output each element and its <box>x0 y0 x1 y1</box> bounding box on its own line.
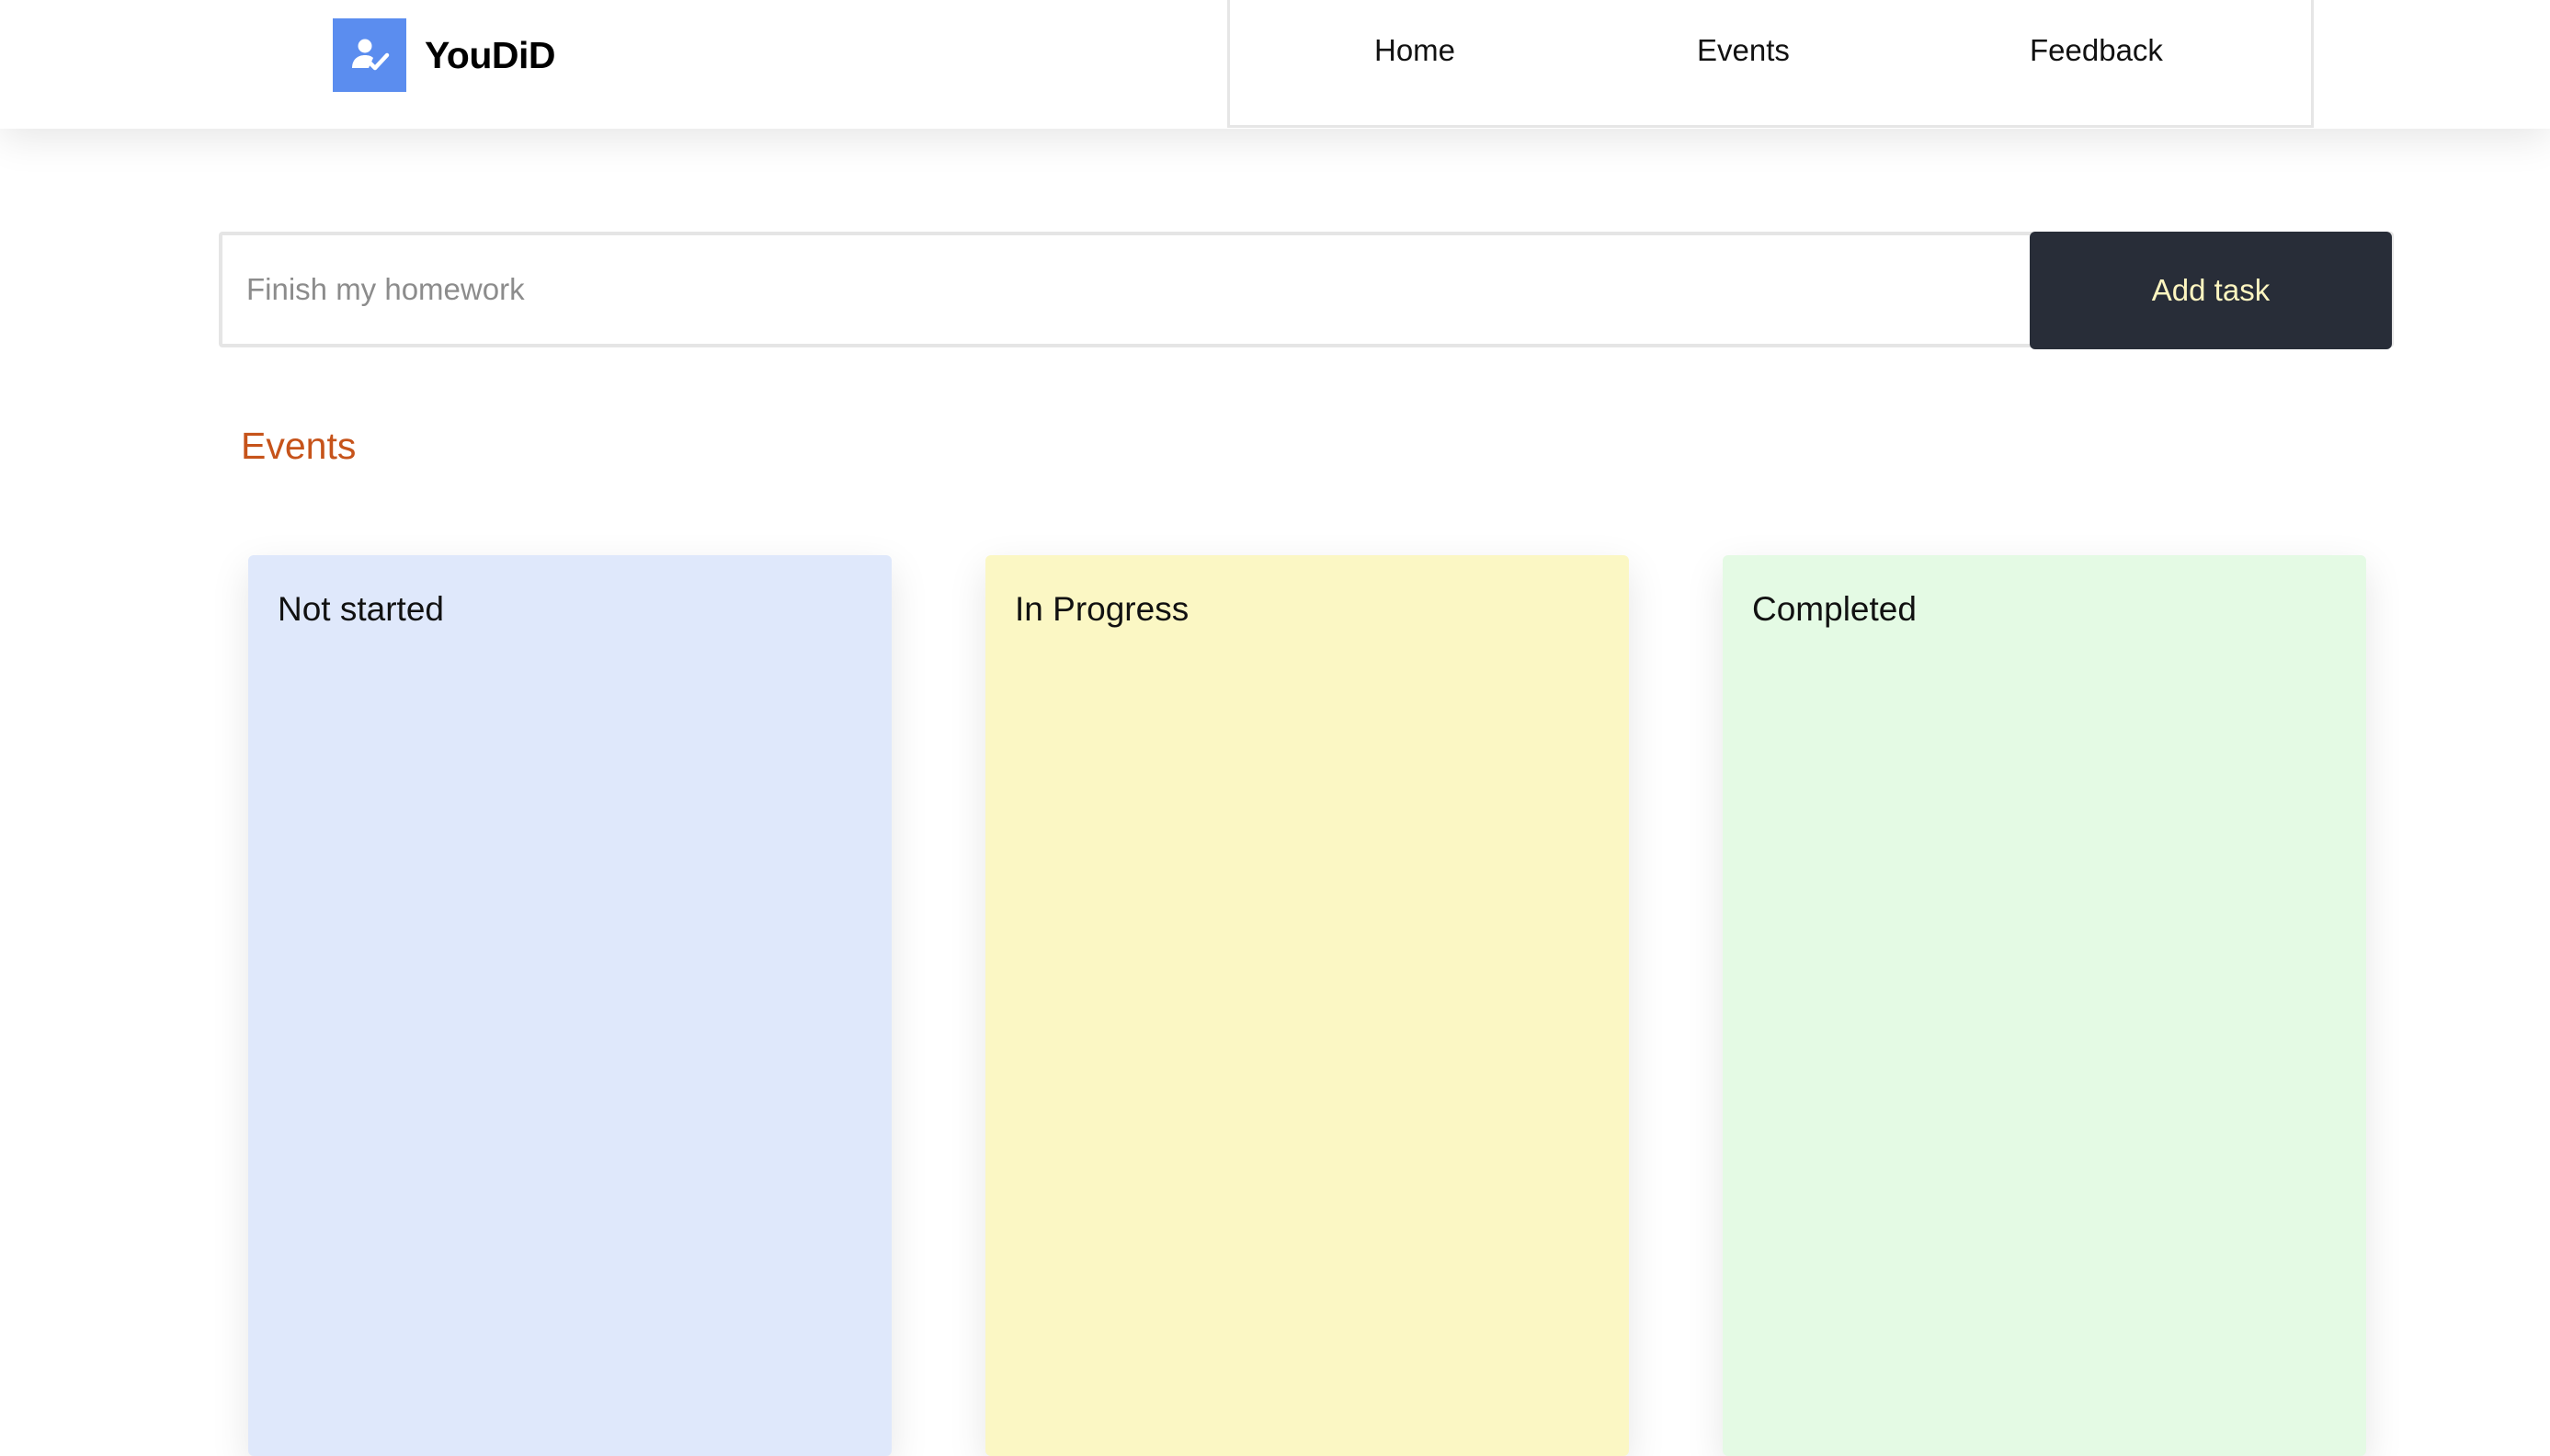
column-completed[interactable]: Completed <box>1723 555 2366 1456</box>
nav-link-home[interactable]: Home <box>1374 33 1455 68</box>
brand[interactable]: YouDiD <box>333 18 556 92</box>
nav-link-feedback[interactable]: Feedback <box>2030 33 2163 68</box>
column-title: Completed <box>1752 590 1917 628</box>
brand-name: YouDiD <box>425 33 556 76</box>
events-heading: Events <box>241 425 357 467</box>
column-title: In Progress <box>1015 590 1190 628</box>
add-task-button[interactable]: Add task <box>2030 232 2392 349</box>
task-input[interactable] <box>222 235 2033 344</box>
user-check-icon <box>333 18 406 92</box>
column-in-progress[interactable]: In Progress <box>985 555 1629 1456</box>
column-title: Not started <box>278 590 444 628</box>
column-not-started[interactable]: Not started <box>248 555 892 1456</box>
top-navbar: YouDiD Home Events Feedback <box>0 0 2550 129</box>
nav-link-events[interactable]: Events <box>1697 33 1790 68</box>
main-nav: Home Events Feedback <box>1227 0 2314 128</box>
